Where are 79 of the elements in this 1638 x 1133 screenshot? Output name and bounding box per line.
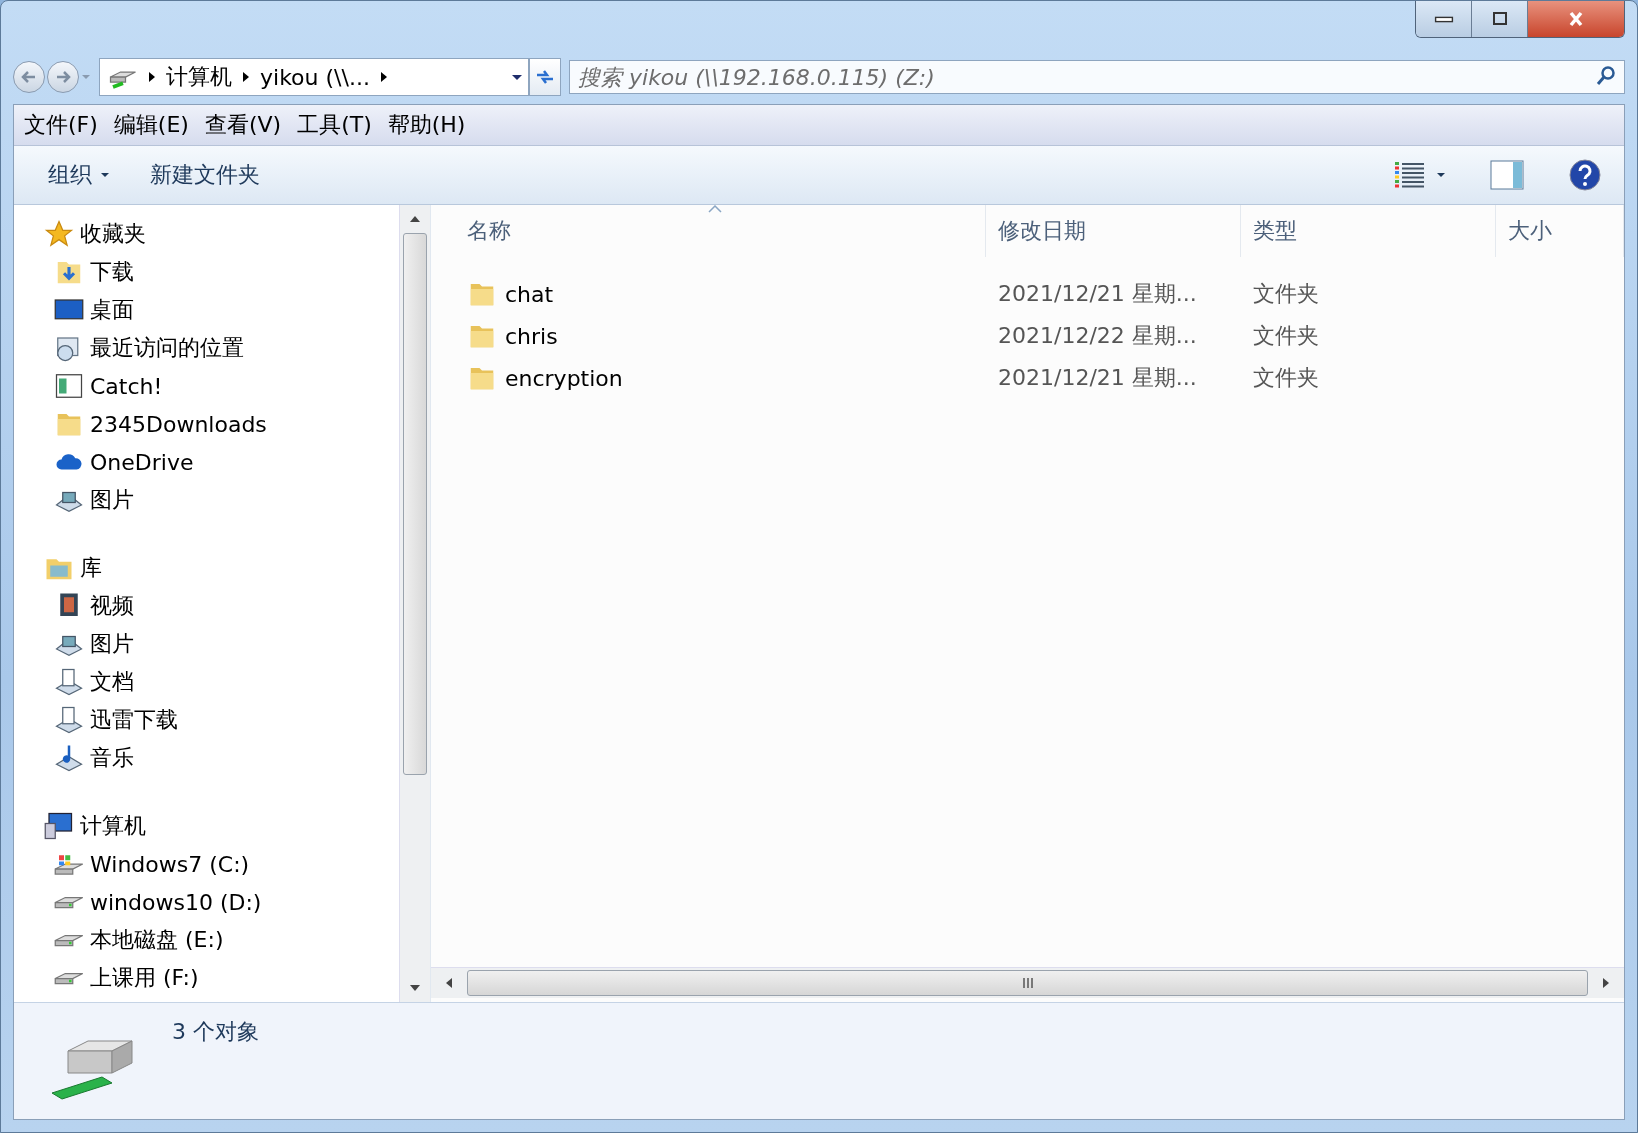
new-folder-button[interactable]: 新建文件夹 [150,156,260,194]
preview-pane-icon [1490,160,1524,190]
status-text: 3 个对象 [172,1018,259,1046]
type-cell-text: 文件夹 [1252,280,1320,308]
date-cell-text: 2021/12/21 星期... [997,280,1198,308]
nav-item[interactable]: 下载 [90,257,134,287]
chevron-icon[interactable] [379,71,388,83]
date-cell-text: 2021/12/21 星期... [997,364,1198,392]
type-cell-text: 文件夹 [1252,322,1320,350]
type-cell-text: 文件夹 [1252,364,1320,392]
nav-item[interactable]: Windows7 (C:) [90,851,250,877]
date-cell-text: 2021/12/22 星期... [997,322,1198,350]
nav-item[interactable]: 2345Downloads [90,411,267,437]
nav-section-header[interactable]: 库 [80,553,102,583]
column-header[interactable]: 名称 [431,205,986,257]
caret-right-icon [1602,977,1610,989]
document-icon [54,667,84,697]
scrollbar-thumb[interactable] [403,233,427,775]
column-header[interactable]: 大小 [1496,205,1624,257]
nav-item[interactable]: 视频 [90,591,134,621]
back-button[interactable] [13,61,45,93]
nav-item[interactable]: 图片 [90,629,134,659]
drive-icon [54,895,84,909]
column-header[interactable]: 类型 [1241,205,1496,257]
menu-item[interactable]: 文件(F) [24,110,98,140]
organize-button[interactable]: 组织 [48,156,110,194]
scrollbar-thumb[interactable] [467,970,1588,996]
nav-item[interactable]: 本地磁盘 (E:) [90,925,224,955]
refresh-button[interactable] [529,58,561,96]
nav-section-header[interactable]: 计算机 [80,811,146,841]
breadcrumb[interactable]: yikou (\\... [260,64,370,90]
caret-down-icon [409,984,421,992]
caret-icon [512,72,522,82]
help-icon [1568,158,1602,192]
column-header[interactable]: 修改日期 [986,205,1241,257]
details-view-icon [1394,160,1426,190]
star-icon [44,219,74,249]
nav-item[interactable]: Catch! [90,373,163,399]
nav-item[interactable]: 图片 [90,485,134,515]
search-icon[interactable] [1595,65,1617,87]
nav-item[interactable]: OneDrive [90,449,194,475]
file-name[interactable]: chat [505,281,554,307]
minimize-icon [1433,15,1454,23]
nav-item[interactable]: 最近访问的位置 [90,333,244,363]
maximize-button[interactable] [1472,1,1528,37]
minimize-button[interactable] [1416,1,1472,37]
drive-icon [54,971,84,985]
drive-icon [54,933,84,947]
help-button[interactable] [1566,156,1604,194]
caret-left-icon [445,977,453,989]
forward-button[interactable] [47,61,79,93]
search-field[interactable]: 搜索 yikou (\\192.168.0.115) (Z:) [569,60,1625,94]
music-note-icon [54,743,84,773]
nav-item[interactable]: 上课用 (F:) [90,963,199,993]
caret-icon [100,170,110,180]
menu-item[interactable]: 查看(V) [204,110,282,140]
caret-icon [1436,170,1446,180]
menu-item[interactable]: 帮助(H) [387,110,466,140]
computer-icon [44,811,74,841]
menu-item[interactable]: 编辑(E) [113,110,189,140]
nav-item[interactable]: windows10 (D:) [90,889,262,915]
nav-item[interactable]: 文档 [90,667,134,697]
caret-up-icon [409,215,421,223]
file-name[interactable]: encryption [505,365,623,391]
document-icon [54,705,84,735]
nav-item[interactable]: 音乐 [90,743,134,773]
file-name[interactable]: chris [505,323,558,349]
nav-item[interactable]: 桌面 [90,295,134,325]
close-button[interactable] [1528,1,1624,37]
nav-section-header[interactable]: 收藏夹 [80,219,146,249]
breadcrumb[interactable]: 计算机 [166,62,232,92]
window-icon [54,371,84,401]
sort-ascending-icon [708,205,722,213]
grip-icon [1021,978,1034,988]
chevron-icon[interactable] [242,71,250,83]
menu-item[interactable]: 工具(T) [297,110,372,140]
address-bar[interactable]: 计算机 yikou (\\... [99,58,529,96]
nav-item[interactable]: 迅雷下载 [90,705,178,735]
chevron-icon[interactable] [148,71,156,83]
